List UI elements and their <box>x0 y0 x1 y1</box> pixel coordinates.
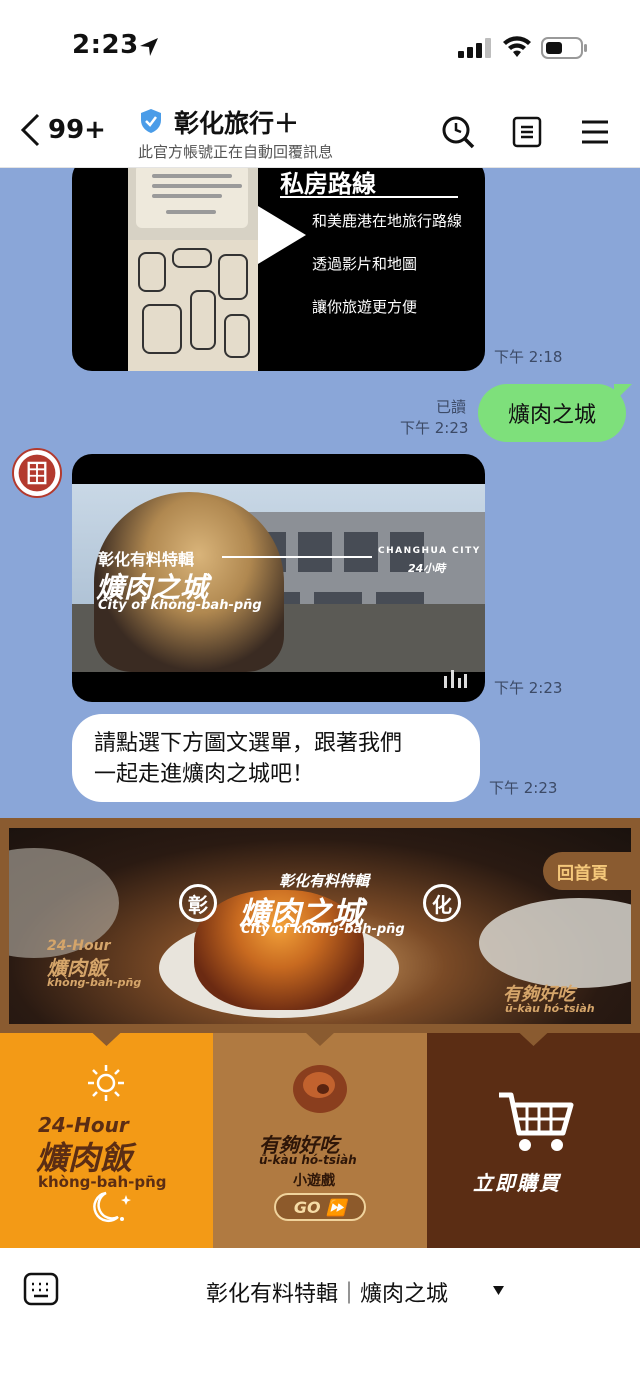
banner-right-line2: ū-kàu hó-tsiàh <box>505 1002 595 1015</box>
location-arrow-icon <box>140 38 158 56</box>
banner-circle-left-text: 彰 <box>188 892 208 917</box>
home-button-label: 回首頁 <box>557 863 608 884</box>
verified-shield-icon <box>141 109 161 133</box>
battery-icon <box>541 37 587 59</box>
read-receipt: 已讀 <box>436 398 467 416</box>
message-timestamp: 下午 2:18 <box>494 348 563 366</box>
title-underline <box>280 196 458 198</box>
audio-bars-icon <box>444 670 467 688</box>
play-icon[interactable] <box>256 204 308 266</box>
video-thumbnail-phone <box>128 168 258 371</box>
status-time: 2:23 <box>72 30 139 60</box>
illustration-blob <box>190 290 216 350</box>
wifi-icon <box>503 36 531 57</box>
rich-menu-tile-game[interactable]: 有夠好吃 ū-kàu hó-tsiàh 小遊戲 GO ⏩ <box>213 1032 427 1248</box>
rich-menu-banner[interactable]: 回首頁 彰化有料特輯 彰 爌肉之城 化 City of khòng-bah-pn… <box>9 828 631 1024</box>
braised-pork-icon <box>293 1065 347 1113</box>
go-button-label: GO ⏩ <box>293 1197 347 1217</box>
video-city-label: CHANGHUA CITY <box>378 546 481 556</box>
tile-notch <box>305 1032 335 1046</box>
rich-menu-bar: 彰化有料特輯｜爌肉之城 <box>0 1248 640 1387</box>
tile-notch <box>518 1032 549 1046</box>
back-icon <box>20 113 40 147</box>
building-window <box>344 532 378 572</box>
illustration-blob <box>138 252 166 292</box>
video-message-city[interactable]: 彰化有料特輯 爌肉之城 City of khòng-bah-pn̄g CHANG… <box>72 454 485 702</box>
go-button[interactable]: GO ⏩ <box>274 1193 366 1221</box>
moon-stars-icon <box>93 1191 131 1222</box>
tile-game-line2: ū-kàu hó-tsiàh <box>259 1153 357 1167</box>
bot-text-bubble[interactable]: 請點選下方圖文選單，跟著我們 一起走進爌肉之城吧！ <box>72 714 480 802</box>
video-subtitle: City of khòng-bah-pn̄g <box>98 598 262 613</box>
rich-menu: 回首頁 彰化有料特輯 彰 爌肉之城 化 City of khòng-bah-pn… <box>0 818 640 1248</box>
video-title: 私房路線 <box>280 170 376 198</box>
thumbnail-line <box>152 174 232 178</box>
rich-menu-tile-24hour[interactable]: 24-Hour 爌肉飯 khòng-bah-pn̄g <box>0 1032 213 1248</box>
bot-text-line-2: 一起走進爌肉之城吧！ <box>94 762 315 787</box>
sun-icon <box>88 1065 124 1101</box>
thumbnail-line <box>152 194 222 198</box>
video-message-routes[interactable]: 私房路線 和美鹿港在地旅行路線 透過影片和地圖 讓你旅遊更方便 <box>72 168 485 371</box>
illustration-blob <box>224 314 250 358</box>
back-button[interactable]: 99+ <box>18 110 106 150</box>
message-timestamp: 下午 2:23 <box>400 419 469 437</box>
thumbnail-illustration <box>128 240 258 371</box>
video-line-2: 透過影片和地圖 <box>312 255 418 273</box>
thumbnail-line <box>152 184 242 188</box>
unread-count: 99+ <box>48 115 106 145</box>
message-timestamp: 下午 2:23 <box>494 679 563 697</box>
banner-subtitle: City of khòng-bah-pn̄g <box>241 922 405 937</box>
status-bar: 2:23 <box>0 0 640 96</box>
tile-buy-label: 立即購買 <box>473 1171 561 1195</box>
home-button[interactable]: 回首頁 <box>543 852 631 890</box>
thumbnail-message-card <box>136 168 248 228</box>
menu-icon[interactable] <box>580 118 610 146</box>
auto-reply-notice: 此官方帳號正在自動回覆訊息 <box>138 143 334 161</box>
caret-down-icon[interactable] <box>493 1286 504 1295</box>
video-line-3: 讓你旅遊更方便 <box>312 298 418 316</box>
video-line-1: 和美鹿港在地旅行路線 <box>312 212 463 230</box>
banner-circle-left: 彰 <box>179 884 217 922</box>
tile-game-line3: 小遊戲 <box>293 1173 335 1189</box>
bot-text-line-1: 請點選下方圖文選單，跟著我們 <box>94 731 403 756</box>
official-account-avatar[interactable] <box>12 448 62 498</box>
user-message-text: 爌肉之城 <box>507 403 596 428</box>
rich-menu-title[interactable]: 彰化有料特輯｜爌肉之城 <box>206 1276 448 1308</box>
chat-header: 99+ 彰化旅行＋ 此官方帳號正在自動回覆訊息 <box>0 96 640 168</box>
notes-icon[interactable] <box>512 116 542 148</box>
user-message-bubble[interactable]: 爌肉之城 <box>478 384 626 442</box>
video-hour-label: 24小時 <box>408 562 446 575</box>
banner-left-line3: khòng-bah-pn̄g <box>47 976 142 989</box>
illustration-blob <box>172 248 212 268</box>
banner-circle-right: 化 <box>423 884 461 922</box>
search-icon[interactable] <box>440 114 476 150</box>
signal-icon <box>458 38 491 58</box>
banner-plate-right <box>479 898 631 988</box>
tile-notch <box>91 1032 122 1046</box>
banner-circle-right-text: 化 <box>432 892 452 917</box>
illustration-blob <box>142 304 182 354</box>
illustration-blob <box>218 254 248 300</box>
account-name[interactable]: 彰化旅行＋ <box>174 104 299 140</box>
building-window <box>298 532 332 572</box>
keyboard-icon[interactable] <box>23 1272 59 1306</box>
thumbnail-line <box>166 210 216 214</box>
shopping-cart-icon <box>499 1092 574 1151</box>
message-timestamp: 下午 2:23 <box>489 779 558 797</box>
chat-area[interactable]: 私房路線 和美鹿港在地旅行路線 透過影片和地圖 讓你旅遊更方便 下午 2:18 … <box>0 168 640 818</box>
rich-menu-tile-buy[interactable]: 立即購買 <box>427 1032 640 1248</box>
video-title-rule <box>222 556 372 558</box>
